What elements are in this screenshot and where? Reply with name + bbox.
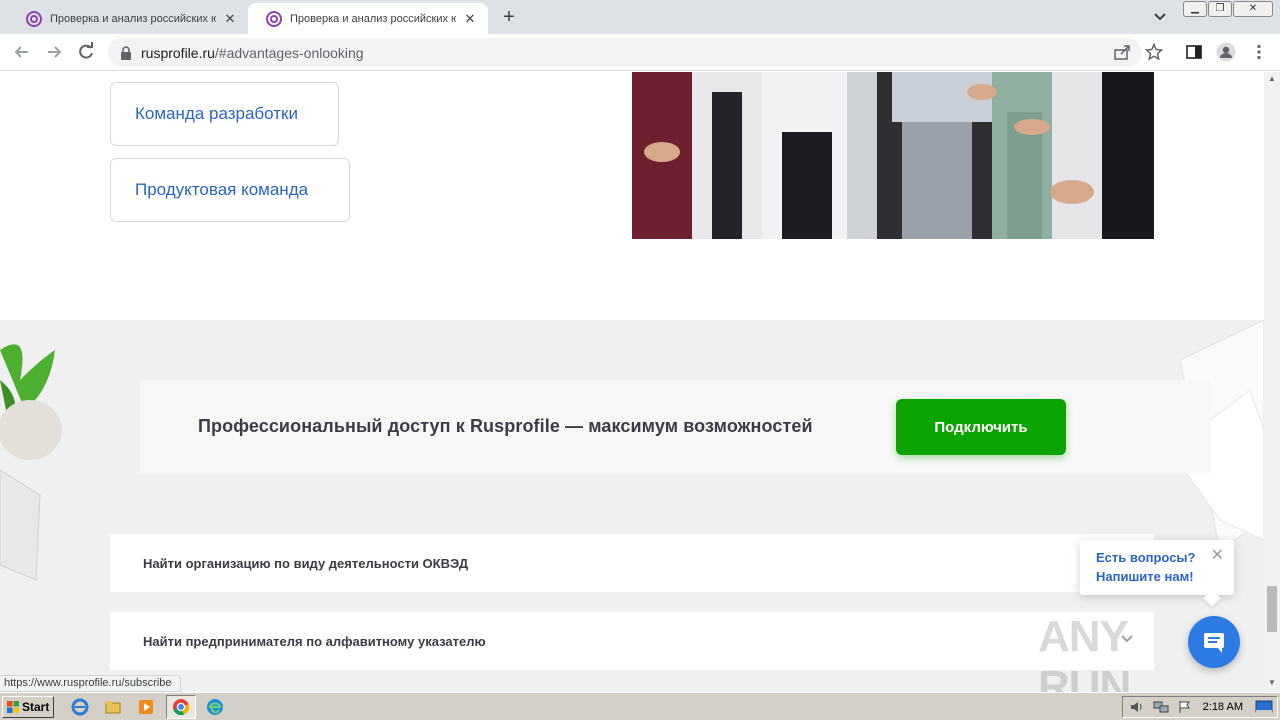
windows-logo-icon (7, 701, 19, 713)
side-panel-icon[interactable] (1185, 43, 1203, 61)
close-window-icon[interactable]: ✕ (1233, 1, 1273, 17)
menu-kebab-icon[interactable] (1250, 43, 1268, 61)
plant-decoration (0, 344, 62, 581)
lock-icon (121, 45, 131, 60)
team-button-label: Продуктовая команда (135, 180, 309, 199)
network-icon[interactable] (1153, 700, 1169, 714)
tab-search-chevron-icon[interactable] (1152, 10, 1168, 24)
scrollbar-thumb[interactable] (1267, 586, 1277, 632)
taskbar-chrome-button[interactable] (166, 695, 196, 719)
team-photo (632, 72, 1154, 239)
forward-icon[interactable] (44, 42, 64, 62)
chrome-icon (173, 699, 190, 716)
scroll-down-icon[interactable]: ▼ (1268, 678, 1276, 687)
start-label: Start (22, 700, 50, 714)
share-icon[interactable] (1113, 43, 1131, 61)
team-button-product[interactable]: Продуктовая команда (110, 158, 350, 222)
media-player-icon[interactable] (137, 698, 155, 716)
clock: 2:18 AM (1202, 701, 1243, 713)
internet-explorer-icon[interactable] (71, 698, 89, 716)
chat-line-2: Напишите нам! (1096, 569, 1194, 584)
team-button-dev[interactable]: Команда разработки (110, 82, 339, 146)
tab-strip: Проверка и анализ российских юр ✕ Провер… (0, 0, 1280, 34)
show-desktop-icon[interactable] (1255, 700, 1273, 714)
browser-toolbar: rusprofile.ru/#advantages-onlooking (0, 34, 1280, 71)
scroll-up-icon[interactable]: ▲ (1268, 74, 1276, 83)
profile-avatar-icon[interactable] (1216, 42, 1236, 62)
accordion-item-label: Найти предпринимателя по алфавитному ука… (143, 633, 486, 649)
address-bar[interactable]: rusprofile.ru/#advantages-onlooking (108, 38, 1142, 67)
system-tray: 2:18 AM (1122, 696, 1278, 718)
start-button[interactable]: Start (2, 696, 54, 718)
page-scrollbar[interactable]: ▲ ▼ (1264, 72, 1280, 692)
browser-tab-1[interactable]: Проверка и анализ российских юр ✕ (8, 3, 248, 34)
page-viewport: Команда разработки Продуктовая команда П… (0, 72, 1264, 692)
url-path: /#advantages-onlooking (214, 44, 364, 61)
accordion-item-entrepreneurs[interactable]: Найти предпринимателя по алфавитному ука… (110, 612, 1154, 670)
chat-popup[interactable]: Есть вопросы? Напишите нам! ✕ (1080, 540, 1234, 607)
action-center-flag-icon[interactable] (1177, 700, 1193, 714)
back-icon[interactable] (12, 42, 32, 62)
subscribe-button[interactable]: Подключить (896, 399, 1066, 455)
browser-tab-2[interactable]: Проверка и анализ российских юр ✕ (248, 3, 488, 34)
rusprofile-favicon-icon (26, 10, 42, 27)
restore-icon[interactable]: ❐ (1208, 1, 1232, 17)
minimize-icon[interactable]: ▁ (1183, 1, 1207, 17)
url-host: rusprofile.ru (141, 44, 215, 61)
taskbar: Start 2:18 AM (0, 692, 1280, 720)
rusprofile-favicon-icon (266, 10, 282, 27)
tab-close-icon[interactable]: ✕ (462, 11, 478, 27)
reload-icon[interactable] (76, 42, 96, 62)
link-status-bubble: https://www.rusprofile.ru/subscribe (0, 675, 181, 692)
folder-icon[interactable] (104, 698, 122, 716)
volume-icon[interactable] (1129, 700, 1145, 714)
tab-close-icon[interactable]: ✕ (222, 11, 238, 27)
new-tab-icon[interactable]: + (499, 6, 519, 28)
chat-close-icon[interactable]: ✕ (1211, 546, 1224, 565)
accordion-item-label: Найти организацию по виду деятельности О… (143, 555, 469, 571)
cta-text: Профессиональный доступ к Rusprofile — м… (198, 416, 813, 436)
chat-bubble-button[interactable] (1188, 616, 1240, 668)
tab-title: Проверка и анализ российских юр (50, 12, 216, 25)
edge-icon[interactable] (206, 698, 224, 716)
bookmark-star-icon[interactable] (1145, 43, 1163, 61)
chat-icon (1204, 633, 1224, 653)
tab-title: Проверка и анализ российских юр (290, 12, 456, 25)
team-button-label: Команда разработки (135, 104, 298, 123)
accordion-item-okved[interactable]: Найти организацию по виду деятельности О… (110, 534, 1154, 592)
